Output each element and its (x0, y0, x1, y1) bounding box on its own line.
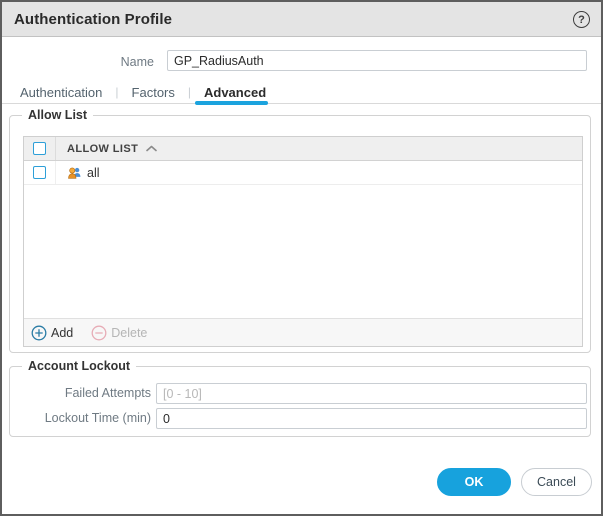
cancel-button[interactable]: Cancel (521, 468, 592, 496)
select-all-checkbox[interactable] (33, 142, 46, 155)
allow-list-row[interactable]: all (24, 161, 582, 185)
allow-list-table-header: ALLOW LIST (24, 137, 582, 161)
plus-circle-icon (31, 325, 47, 340)
tab-authentication[interactable]: Authentication (20, 85, 102, 100)
name-label: Name (120, 55, 154, 69)
account-lockout-section: Account Lockout Failed Attempts Lockout … (9, 359, 591, 437)
user-group-icon (68, 167, 81, 179)
allow-list-legend: Allow List (22, 108, 94, 123)
header-checkbox-cell (24, 137, 56, 160)
add-button[interactable]: Add (31, 325, 73, 341)
lockout-time-input[interactable] (156, 408, 587, 429)
ok-button[interactable]: OK (437, 468, 511, 496)
failed-attempts-input[interactable] (156, 383, 587, 404)
tab-factors[interactable]: Factors (132, 85, 175, 100)
help-icon[interactable]: ? (573, 11, 590, 28)
allow-list-table: ALLOW LIST all Add Delete (23, 136, 583, 347)
row-checkbox[interactable] (33, 166, 46, 179)
sort-ascending-icon (146, 145, 158, 152)
allow-list-entry-label: all (87, 165, 100, 180)
name-input[interactable] (167, 50, 587, 71)
table-empty-area (24, 185, 582, 318)
row-label-cell: all (56, 161, 582, 184)
tabs-divider (2, 103, 601, 104)
authentication-profile-dialog: Authentication Profile ? Name Authentica… (0, 0, 603, 516)
dialog-titlebar: Authentication Profile ? (2, 2, 601, 37)
failed-attempts-label: Failed Attempts (64, 386, 151, 400)
tab-separator: | (115, 85, 119, 99)
tab-separator: | (187, 85, 191, 99)
minus-circle-icon (91, 325, 107, 340)
active-tab-indicator (195, 101, 268, 105)
lockout-time-label: Lockout Time (min) (44, 411, 151, 425)
dialog-title: Authentication Profile (14, 10, 173, 28)
allow-list-column-header[interactable]: ALLOW LIST (56, 137, 582, 160)
table-footer: Add Delete (24, 318, 582, 346)
allow-list-section: Allow List ALLOW LIST all Add Delete (9, 108, 591, 353)
delete-button[interactable]: Delete (91, 325, 147, 341)
row-checkbox-cell (24, 161, 56, 184)
tab-advanced[interactable]: Advanced (204, 85, 266, 100)
account-lockout-legend: Account Lockout (22, 359, 137, 374)
